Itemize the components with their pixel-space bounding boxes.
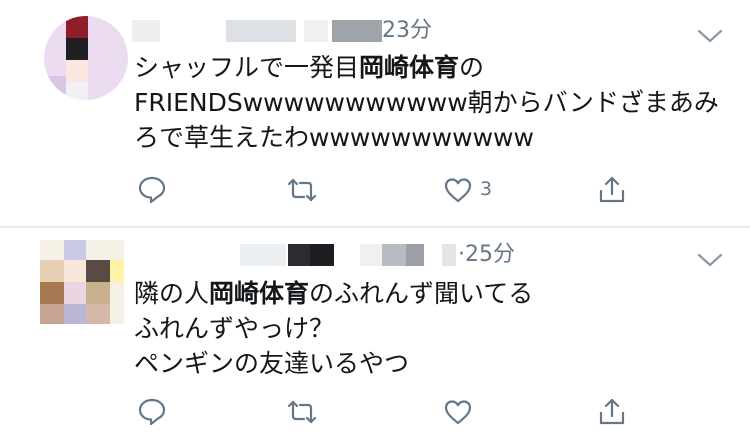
tweet-time[interactable]: ·25分 bbox=[458, 240, 515, 270]
like-icon bbox=[444, 178, 472, 203]
highlighted-keyword: 岡崎体育 bbox=[209, 279, 310, 308]
tweet-time[interactable]: 23分 bbox=[382, 16, 432, 46]
tweet-header: 23分 bbox=[132, 16, 462, 46]
like-icon bbox=[444, 400, 472, 425]
tweet-text: シャッフルで一発目岡崎体育の FRIENDSwwwwwwwwwww朝からバンドざま… bbox=[134, 50, 719, 155]
tweet-header: ·25分 bbox=[232, 240, 552, 270]
like-count: 3 bbox=[480, 178, 493, 200]
tweet-2[interactable]: ·25分 隣の人岡崎体育のふれんず聞いてるふれんずやっけ？ ペンギンの友達いるやつ bbox=[0, 228, 750, 445]
chevron-down-icon[interactable] bbox=[697, 252, 723, 268]
redacted-handle bbox=[360, 244, 382, 266]
like-button[interactable]: 3 bbox=[438, 170, 492, 210]
tweet-text-line: シャッフルで一発目岡崎体育の bbox=[134, 50, 719, 85]
retweet-button[interactable] bbox=[282, 170, 322, 210]
like-button[interactable] bbox=[438, 392, 478, 432]
reply-button[interactable] bbox=[132, 392, 172, 432]
tweet-text-segment: 隣の人 bbox=[134, 279, 210, 308]
retweet-icon bbox=[287, 178, 317, 202]
tweet-text-line: FRIENDSwwwwwwwwwww朝からバンドざまあみ bbox=[134, 85, 719, 120]
tweet-actions: 3 bbox=[0, 170, 750, 210]
redacted-handle bbox=[406, 244, 424, 266]
redacted-handle bbox=[332, 20, 382, 42]
redacted-handle bbox=[226, 20, 296, 42]
redacted-handle bbox=[382, 244, 406, 266]
reply-icon bbox=[138, 176, 166, 204]
tweet-text-line: ろで草生えたわwwwwwwwwwww bbox=[134, 120, 719, 155]
reply-icon bbox=[138, 398, 166, 426]
tweet-actions bbox=[0, 392, 750, 432]
tweet-text-segment: FRIENDSwwwwwwwwwww朝からバンドざまあみ bbox=[134, 88, 719, 117]
redacted-username bbox=[310, 244, 334, 266]
redacted-username bbox=[288, 244, 310, 266]
tweet-text-line: ふれんずやっけ？ bbox=[134, 311, 533, 346]
avatar[interactable] bbox=[40, 240, 124, 324]
chevron-down-icon[interactable] bbox=[697, 28, 723, 44]
share-icon bbox=[599, 176, 625, 203]
tweet-text-segment: ろで草生えたわwwwwwwwwwww bbox=[134, 123, 534, 152]
tweet-text-segment: のふれんず聞いてる bbox=[309, 279, 534, 308]
retweet-icon bbox=[287, 400, 317, 424]
share-button[interactable] bbox=[592, 392, 632, 432]
tweet-text-line: 隣の人岡崎体育のふれんず聞いてる bbox=[134, 276, 533, 311]
redacted-handle bbox=[304, 20, 328, 42]
redacted-handle bbox=[442, 244, 456, 266]
highlighted-keyword: 岡崎体育 bbox=[359, 53, 460, 82]
tweet-text-segment: ふれんずやっけ？ bbox=[134, 314, 335, 343]
retweet-button[interactable] bbox=[282, 392, 322, 432]
tweet-text-segment: の bbox=[459, 53, 485, 82]
tweet-text-segment: シャッフルで一発目 bbox=[134, 53, 360, 82]
share-button[interactable] bbox=[592, 170, 632, 210]
tweet-1[interactable]: 23分 シャッフルで一発目岡崎体育の FRIENDSwwwwwwwwwww朝からバ… bbox=[0, 0, 750, 226]
tweet-text-line: ペンギンの友達いるやつ bbox=[134, 346, 533, 381]
avatar[interactable] bbox=[44, 16, 128, 100]
redacted-username bbox=[240, 244, 286, 266]
tweet-text: 隣の人岡崎体育のふれんず聞いてるふれんずやっけ？ ペンギンの友達いるやつ bbox=[134, 276, 533, 381]
redacted-username bbox=[132, 20, 160, 42]
share-icon bbox=[599, 398, 625, 425]
tweet-text-segment: ペンギンの友達いるやつ bbox=[134, 349, 410, 378]
reply-button[interactable] bbox=[132, 170, 172, 210]
